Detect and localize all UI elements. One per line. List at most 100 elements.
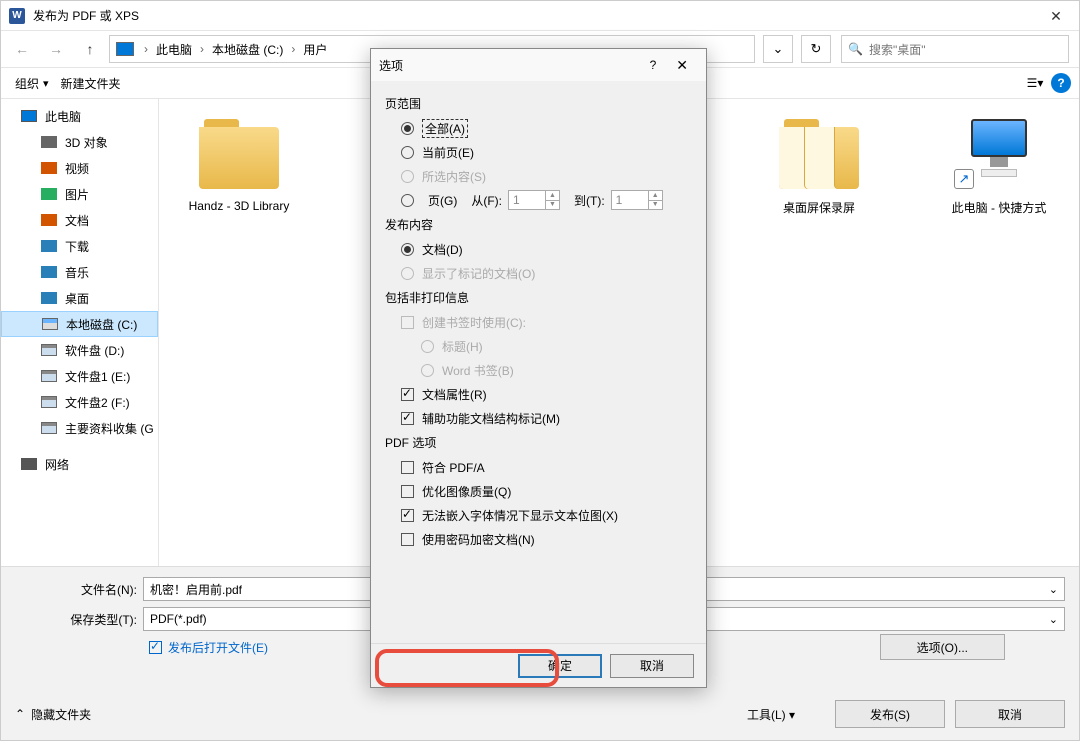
sidebar-item[interactable]: 3D 对象 bbox=[1, 129, 158, 155]
sidebar-item[interactable]: 视频 bbox=[1, 155, 158, 181]
checkbox-pdfa[interactable]: 符合 PDF/A bbox=[401, 457, 692, 477]
checkbox-icon bbox=[401, 461, 414, 474]
sidebar-item[interactable]: 软件盘 (D:) bbox=[1, 337, 158, 363]
radio-document[interactable]: 文档(D) bbox=[401, 239, 692, 259]
sidebar-item-label: 本地磁盘 (C:) bbox=[66, 316, 137, 333]
spin-up-icon[interactable]: ▲ bbox=[648, 191, 662, 201]
options-dialog: 选项 ? ✕ 页范围 全部(A) 当前页(E) 所选内容(S) 页(G) 从(F… bbox=[370, 48, 707, 688]
checkbox-icon bbox=[401, 412, 414, 425]
sidebar-item[interactable]: 图片 bbox=[1, 181, 158, 207]
disk-icon bbox=[41, 396, 57, 408]
sidebar-item[interactable]: 文件盘2 (F:) bbox=[1, 389, 158, 415]
disk-icon bbox=[41, 344, 57, 356]
radio-headings: 标题(H) bbox=[421, 336, 692, 356]
tools-menu[interactable]: 工具(L) ▾ bbox=[747, 706, 795, 723]
back-icon[interactable]: ← bbox=[7, 35, 37, 63]
radio-marked-document: 显示了标记的文档(O) bbox=[401, 263, 692, 283]
net-icon bbox=[21, 458, 37, 470]
radio-all[interactable]: 全部(A) bbox=[401, 118, 692, 138]
close-icon[interactable]: ✕ bbox=[666, 57, 698, 74]
nonprint-title: 包括非打印信息 bbox=[385, 289, 692, 306]
sidebar-item[interactable]: 桌面 bbox=[1, 285, 158, 311]
sidebar-item-label: 文档 bbox=[65, 212, 89, 229]
up-icon[interactable]: ↑ bbox=[75, 35, 105, 63]
publish-button[interactable]: 发布(S) bbox=[835, 700, 945, 728]
to-page-input[interactable]: 1 ▲▼ bbox=[611, 190, 663, 210]
from-page-input[interactable]: 1 ▲▼ bbox=[508, 190, 560, 210]
search-placeholder: 搜索"桌面" bbox=[869, 41, 926, 58]
checkbox-icon bbox=[401, 533, 414, 546]
folder-icon bbox=[774, 119, 864, 189]
sidebar-item[interactable]: 音乐 bbox=[1, 259, 158, 285]
sidebar-item-label: 软件盘 (D:) bbox=[65, 342, 124, 359]
checkbox-doc-properties[interactable]: 文档属性(R) bbox=[401, 384, 692, 404]
chevron-right-icon: › bbox=[140, 42, 152, 56]
options-title-bar: 选项 ? ✕ bbox=[371, 49, 706, 81]
sidebar-item[interactable]: 主要资料收集 (G bbox=[1, 415, 158, 441]
chevron-down-icon[interactable]: ⌄ bbox=[1049, 613, 1058, 626]
folder-item[interactable]: 桌面屏保录屏 bbox=[759, 119, 879, 216]
spin-up-icon[interactable]: ▲ bbox=[545, 191, 559, 201]
checkbox-doc-structure[interactable]: 辅助功能文档结构标记(M) bbox=[401, 408, 692, 428]
chevron-right-icon: › bbox=[196, 42, 208, 56]
sidebar-item-label: 桌面 bbox=[65, 290, 89, 307]
radio-selection: 所选内容(S) bbox=[401, 166, 692, 186]
help-icon[interactable]: ? bbox=[640, 58, 667, 72]
cancel-button[interactable]: 取消 bbox=[955, 700, 1065, 728]
organize-menu[interactable]: 组织▾ bbox=[9, 75, 55, 92]
ok-button[interactable]: 确定 bbox=[518, 654, 602, 678]
checkbox-encrypt-password[interactable]: 使用密码加密文档(N) bbox=[401, 529, 692, 549]
3d-icon bbox=[41, 136, 57, 148]
checkbox-bitmap-text[interactable]: 无法嵌入字体情况下显示文本位图(X) bbox=[401, 505, 692, 525]
spin-down-icon[interactable]: ▼ bbox=[648, 201, 662, 210]
forward-icon[interactable]: → bbox=[41, 35, 71, 63]
chevron-down-icon: ▾ bbox=[789, 708, 795, 722]
desk-icon bbox=[41, 292, 57, 304]
new-folder-button[interactable]: 新建文件夹 bbox=[55, 75, 127, 92]
radio-current-page[interactable]: 当前页(E) bbox=[401, 142, 692, 162]
shortcut-item[interactable]: ↗ 此电脑 - 快捷方式 bbox=[939, 119, 1059, 216]
chevron-down-icon[interactable]: ⌄ bbox=[1049, 583, 1058, 596]
title-bar: W 发布为 PDF 或 XPS ✕ bbox=[1, 1, 1079, 31]
sidebar-item-label: 图片 bbox=[65, 186, 89, 203]
search-input[interactable]: 🔍 搜索"桌面" bbox=[841, 35, 1069, 63]
radio-icon bbox=[401, 146, 414, 159]
view-mode-icon[interactable]: ☰▾ bbox=[1023, 71, 1047, 95]
checkbox-optimize-image[interactable]: 优化图像质量(Q) bbox=[401, 481, 692, 501]
cancel-button[interactable]: 取消 bbox=[610, 654, 694, 678]
dropdown-icon[interactable]: ⌄ bbox=[763, 35, 793, 63]
file-label: Handz - 3D Library bbox=[179, 199, 299, 213]
checkbox-icon bbox=[149, 641, 162, 654]
refresh-icon[interactable]: ↻ bbox=[801, 35, 831, 63]
pdf-options-title: PDF 选项 bbox=[385, 434, 692, 451]
sidebar-item[interactable]: 本地磁盘 (C:) bbox=[1, 311, 158, 337]
close-icon[interactable]: ✕ bbox=[1033, 1, 1079, 31]
chevron-up-icon: ⌃ bbox=[15, 707, 25, 721]
hide-folders-toggle[interactable]: ⌃ 隐藏文件夹 bbox=[15, 706, 91, 723]
breadcrumb-item[interactable]: 本地磁盘 (C:) bbox=[208, 41, 287, 58]
radio-icon bbox=[401, 194, 414, 207]
chevron-down-icon: ▾ bbox=[43, 77, 49, 90]
sidebar-item[interactable]: 此电脑 bbox=[1, 103, 158, 129]
checkbox-icon bbox=[401, 388, 414, 401]
radio-icon bbox=[401, 243, 414, 256]
page-range-title: 页范围 bbox=[385, 95, 692, 112]
sidebar-item[interactable]: 文件盘1 (E:) bbox=[1, 363, 158, 389]
file-label: 此电脑 - 快捷方式 bbox=[939, 199, 1059, 216]
word-app-icon: W bbox=[9, 8, 25, 24]
radio-icon bbox=[401, 122, 414, 135]
sidebar-item-label: 网络 bbox=[45, 456, 69, 473]
save-type-label: 保存类型(T): bbox=[15, 611, 143, 628]
spin-down-icon[interactable]: ▼ bbox=[545, 201, 559, 210]
sidebar-item[interactable]: 文档 bbox=[1, 207, 158, 233]
breadcrumb-item[interactable]: 此电脑 bbox=[152, 41, 196, 58]
folder-item[interactable]: Handz - 3D Library bbox=[179, 119, 299, 213]
sidebar-item-label: 视频 bbox=[65, 160, 89, 177]
breadcrumb-item[interactable]: 用户 bbox=[299, 41, 331, 58]
radio-pages[interactable]: 页(G) 从(F): 1 ▲▼ 到(T): 1 ▲▼ bbox=[401, 190, 692, 210]
sidebar-item[interactable]: 下载 bbox=[1, 233, 158, 259]
options-button[interactable]: 选项(O)... bbox=[880, 634, 1005, 660]
from-label: 从(F): bbox=[471, 192, 502, 209]
help-icon[interactable]: ? bbox=[1051, 73, 1071, 93]
sidebar-item[interactable]: 网络 bbox=[1, 451, 158, 477]
